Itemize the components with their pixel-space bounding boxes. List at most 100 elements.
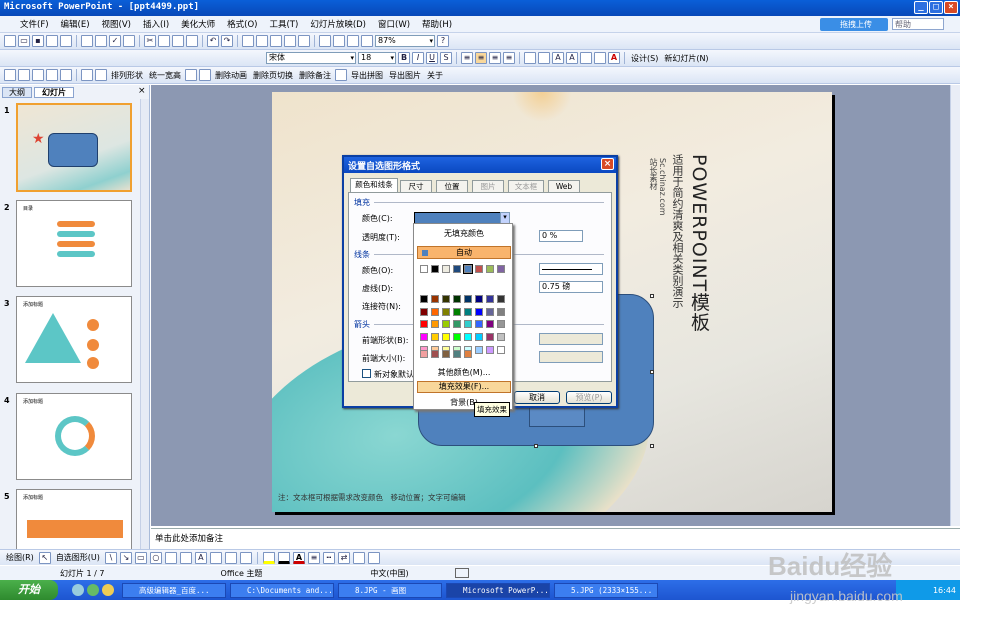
format-painter-icon[interactable]	[186, 35, 198, 47]
tool-icon-8[interactable]	[185, 69, 197, 81]
color-swatch[interactable]	[475, 346, 483, 354]
arrow-style-icon[interactable]: ⇄	[337, 551, 350, 564]
color-swatch[interactable]	[497, 320, 505, 328]
slide-thumbnail-3[interactable]: 添加标题	[16, 296, 132, 383]
color-swatch[interactable]	[431, 295, 439, 303]
upload-button[interactable]: 拖拽上传	[820, 18, 888, 31]
color-swatch[interactable]	[453, 295, 461, 303]
auto-color-option[interactable]: 自动	[417, 246, 511, 259]
color-swatch[interactable]	[453, 320, 461, 328]
menu-edit[interactable]: 编辑(E)	[55, 18, 96, 30]
3d-style-icon[interactable]	[367, 551, 380, 564]
about-button[interactable]: 关于	[425, 70, 445, 81]
task-explorer[interactable]: C:\Documents and...	[230, 582, 334, 598]
slide-brand[interactable]: 站长素材	[648, 158, 659, 190]
unify-size-button[interactable]: 统一宽高	[147, 70, 183, 81]
expand-all-icon[interactable]	[319, 35, 331, 47]
notes-pane[interactable]: 单击此处添加备注	[151, 528, 960, 546]
dash-style-icon[interactable]: ┅	[322, 551, 335, 564]
wordart-icon[interactable]: A	[194, 551, 207, 564]
color-swatch[interactable]	[475, 265, 483, 273]
menu-insert[interactable]: 插入(I)	[137, 18, 175, 30]
insert-picture-icon[interactable]	[284, 35, 296, 47]
close-icon[interactable]: ×	[944, 1, 958, 14]
slide-subtitle[interactable]: 适用于简约清爽及相关类别演示	[669, 154, 685, 308]
vertical-textbox-icon[interactable]	[179, 551, 192, 564]
research-icon[interactable]	[123, 35, 135, 47]
tool-icon-2[interactable]	[18, 69, 30, 81]
color-swatch[interactable]	[442, 350, 450, 358]
spellcheck-icon[interactable]: ✓	[109, 35, 121, 47]
grayscale-icon[interactable]	[361, 35, 373, 47]
delete-transition-button[interactable]: 删除页切换	[251, 70, 295, 81]
slide-thumbnail-4[interactable]: 添加标题	[16, 393, 132, 480]
fill-color-icon[interactable]	[262, 551, 275, 564]
start-button[interactable]: 开始	[0, 580, 58, 600]
design-button[interactable]: 设计(S)	[629, 53, 660, 64]
font-select[interactable]: 宋体	[266, 52, 356, 64]
arrow-icon[interactable]: ↘	[119, 551, 132, 564]
end-style-select[interactable]	[539, 333, 603, 345]
color-swatch[interactable]	[442, 333, 450, 341]
line-color-icon[interactable]	[277, 551, 290, 564]
picture-icon[interactable]	[239, 551, 252, 564]
select-objects-icon[interactable]: ↖	[38, 551, 51, 564]
justify-icon[interactable]: ≡	[503, 52, 515, 64]
color-swatch[interactable]	[486, 333, 494, 341]
color-swatch[interactable]	[486, 265, 494, 273]
slide-thumbnail-2[interactable]: 目录	[16, 200, 132, 287]
font-size-select[interactable]: 18	[358, 52, 396, 64]
color-swatch[interactable]	[475, 308, 483, 316]
color-swatch[interactable]	[431, 265, 439, 273]
autoshapes-button[interactable]: 自选图形(U)	[54, 552, 102, 563]
tool-icon-3[interactable]	[32, 69, 44, 81]
bold-icon[interactable]: B	[398, 52, 410, 64]
color-swatch[interactable]	[475, 295, 483, 303]
task-paint[interactable]: 8.JPG - 画图	[338, 582, 442, 598]
quicklaunch-icon[interactable]	[87, 584, 99, 596]
color-swatch[interactable]	[497, 346, 505, 354]
draw-menu-button[interactable]: 绘图(R)	[4, 552, 36, 563]
color-swatch[interactable]	[420, 320, 428, 328]
rectangle-icon[interactable]: ▭	[134, 551, 147, 564]
tool-icon-10[interactable]	[335, 69, 347, 81]
slide-thumbnail-5[interactable]: 添加标题	[16, 489, 132, 550]
spelling-status-icon[interactable]	[454, 568, 469, 578]
menu-beautify[interactable]: 美化大师	[175, 18, 221, 30]
font-color-icon[interactable]: A	[608, 52, 620, 64]
color-swatch[interactable]	[486, 346, 494, 354]
selection-handle[interactable]	[650, 294, 654, 298]
delete-animation-button[interactable]: 删除动画	[213, 70, 249, 81]
line-style-select[interactable]	[539, 263, 603, 275]
color-swatch[interactable]	[464, 308, 472, 316]
bullets-icon[interactable]	[538, 52, 550, 64]
slide-site[interactable]: Sc.chinaz.com	[658, 158, 667, 216]
shadow-style-icon[interactable]	[352, 551, 365, 564]
new-slide-button[interactable]: 新幻灯片(N)	[662, 53, 710, 64]
menu-file[interactable]: 文件(F)	[14, 18, 55, 30]
tool-icon-7[interactable]	[95, 69, 107, 81]
delete-notes-button[interactable]: 删除备注	[297, 70, 333, 81]
color-swatch[interactable]	[497, 295, 505, 303]
italic-icon[interactable]: I	[412, 52, 424, 64]
slide-title[interactable]: POWERPOINT模板	[686, 154, 713, 332]
export-collage-button[interactable]: 导出拼图	[349, 70, 385, 81]
tab-slides[interactable]: 幻灯片	[34, 87, 74, 98]
align-left-icon[interactable]: ≡	[461, 52, 473, 64]
color-swatch[interactable]	[442, 265, 450, 273]
color-swatch[interactable]	[497, 265, 505, 273]
shadow-icon[interactable]: S	[440, 52, 452, 64]
selection-handle[interactable]	[534, 444, 538, 448]
more-colors-option[interactable]: 其他颜色(M)...	[414, 367, 514, 378]
save-icon[interactable]: ▪	[32, 35, 44, 47]
main-scrollbar[interactable]	[950, 85, 960, 526]
email-icon[interactable]	[60, 35, 72, 47]
tool-icon-6[interactable]	[81, 69, 93, 81]
task-editor[interactable]: 高级编辑器_百度...	[122, 582, 226, 598]
color-swatch[interactable]	[464, 350, 472, 358]
default-checkbox[interactable]	[362, 369, 371, 378]
arrange-shapes-button[interactable]: 排列形状	[109, 70, 145, 81]
maximize-icon[interactable]: □	[929, 1, 943, 14]
color-swatch[interactable]	[453, 308, 461, 316]
quicklaunch-icon[interactable]	[102, 584, 114, 596]
